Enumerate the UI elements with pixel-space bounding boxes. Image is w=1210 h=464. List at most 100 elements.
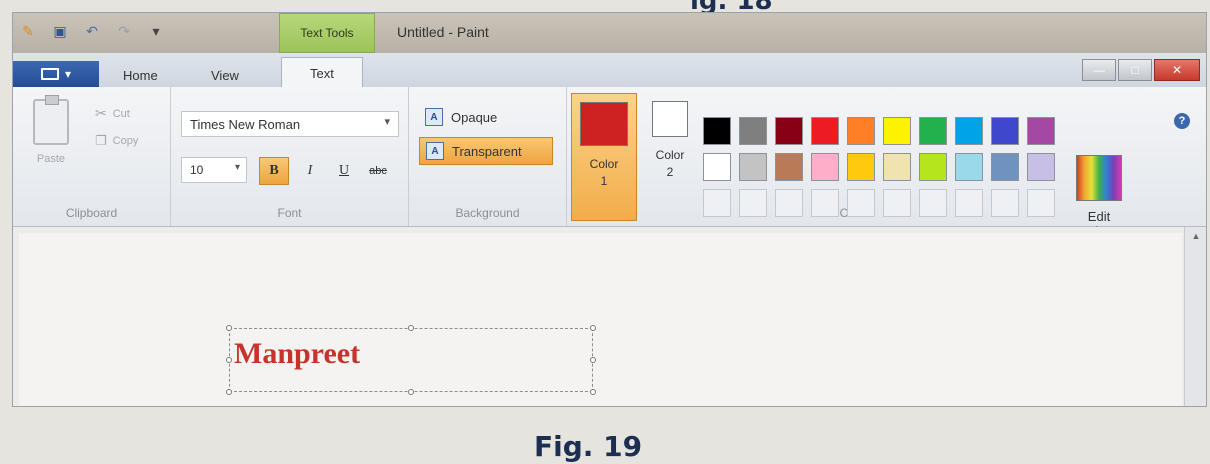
- palette-color-swatch[interactable]: [955, 117, 983, 145]
- file-menu-icon: [40, 68, 59, 80]
- chevron-down-icon: ▾: [234, 162, 240, 173]
- copy-button[interactable]: ❐ Copy: [95, 133, 138, 149]
- resize-handle[interactable]: [590, 325, 596, 331]
- clipboard-group: Paste ✂ Cut ❐ Copy Clipboard: [13, 87, 171, 226]
- color-2-selector[interactable]: Color 2: [637, 93, 703, 221]
- drawing-canvas[interactable]: Manpreet: [19, 233, 1182, 406]
- paste-button[interactable]: Paste: [27, 95, 75, 165]
- tab-home[interactable]: Home: [123, 63, 158, 87]
- opaque-option[interactable]: A Opaque: [419, 103, 553, 131]
- palette-color-swatch[interactable]: [955, 189, 983, 217]
- palette-color-swatch[interactable]: [883, 189, 911, 217]
- help-icon[interactable]: ?: [1174, 113, 1190, 129]
- italic-button[interactable]: I: [295, 157, 325, 185]
- palette-color-swatch[interactable]: [991, 153, 1019, 181]
- font-size-value: 10: [190, 163, 204, 177]
- color-2-swatch: [652, 101, 688, 137]
- palette-color-swatch[interactable]: [991, 117, 1019, 145]
- ribbon: Paste ✂ Cut ❐ Copy Clipboard Font Times …: [13, 87, 1206, 239]
- palette-color-swatch[interactable]: [811, 153, 839, 181]
- save-icon[interactable]: ▣: [51, 22, 69, 40]
- figure-caption: Fig. 19: [534, 430, 643, 463]
- palette-color-swatch[interactable]: [847, 153, 875, 181]
- color-2-number: 2: [666, 165, 674, 179]
- title-bar: ✎ ▣ ↶ ↷ ▾ Text Tools Untitled - Paint: [13, 13, 1206, 53]
- transparent-label: Transparent: [452, 143, 522, 159]
- window-controls: — □ ✕: [1082, 59, 1200, 81]
- resize-handle[interactable]: [226, 389, 232, 395]
- text-box[interactable]: Manpreet: [226, 325, 596, 395]
- palette-color-swatch[interactable]: [1027, 117, 1055, 145]
- bold-button[interactable]: B: [259, 157, 289, 185]
- color-1-number: 1: [600, 174, 608, 188]
- cut-label: Cut: [112, 107, 130, 120]
- palette-color-swatch[interactable]: [883, 117, 911, 145]
- palette-color-swatch[interactable]: [739, 117, 767, 145]
- strikethrough-button[interactable]: abc: [363, 157, 393, 185]
- palette-color-swatch[interactable]: [991, 189, 1019, 217]
- tab-view[interactable]: View: [211, 63, 239, 87]
- file-menu-button[interactable]: ▾: [13, 61, 99, 87]
- clipboard-group-label: Clipboard: [65, 206, 118, 220]
- palette-color-swatch[interactable]: [883, 153, 911, 181]
- palette-color-swatch[interactable]: [847, 189, 875, 217]
- close-button[interactable]: ✕: [1154, 59, 1200, 81]
- scroll-up-icon[interactable]: ▲: [1185, 227, 1206, 245]
- maximize-button[interactable]: □: [1118, 59, 1152, 81]
- resize-handle[interactable]: [408, 325, 414, 331]
- opaque-icon: A: [425, 108, 443, 126]
- transparent-icon: A: [426, 142, 444, 160]
- window-title: Untitled - Paint: [397, 24, 489, 40]
- palette-color-swatch[interactable]: [775, 117, 803, 145]
- underline-button[interactable]: U: [329, 157, 359, 185]
- palette-color-swatch[interactable]: [1027, 189, 1055, 217]
- paint-window: ✎ ▣ ↶ ↷ ▾ Text Tools Untitled - Paint ▾ …: [12, 12, 1207, 407]
- quick-access-toolbar: ✎ ▣ ↶ ↷ ▾: [19, 22, 165, 40]
- file-menu-dropdown-icon: ▾: [64, 67, 72, 81]
- palette-color-swatch[interactable]: [1027, 153, 1055, 181]
- palette-color-swatch[interactable]: [775, 189, 803, 217]
- resize-handle[interactable]: [590, 389, 596, 395]
- palette-color-swatch[interactable]: [703, 153, 731, 181]
- canvas-text[interactable]: Manpreet: [234, 337, 360, 371]
- paste-label: Paste: [36, 153, 66, 165]
- font-group-label: Font: [277, 206, 302, 220]
- palette-color-swatch[interactable]: [739, 153, 767, 181]
- font-size-select[interactable]: 10 ▾: [181, 157, 247, 183]
- resize-handle[interactable]: [408, 389, 414, 395]
- text-tools-context-tab: Text Tools: [279, 13, 375, 53]
- copy-label: Copy: [112, 135, 139, 147]
- transparent-option[interactable]: A Transparent: [419, 137, 553, 165]
- resize-handle[interactable]: [226, 325, 232, 331]
- palette-color-swatch[interactable]: [811, 189, 839, 217]
- resize-handle[interactable]: [226, 357, 232, 363]
- palette-color-swatch[interactable]: [703, 189, 731, 217]
- redo-icon[interactable]: ↷: [115, 22, 133, 40]
- palette-color-swatch[interactable]: [919, 153, 947, 181]
- palette-color-swatch[interactable]: [847, 117, 875, 145]
- resize-handle[interactable]: [590, 357, 596, 363]
- undo-icon[interactable]: ↶: [83, 22, 101, 40]
- vertical-scrollbar[interactable]: ▲: [1184, 227, 1206, 406]
- tab-text[interactable]: Text: [281, 57, 363, 88]
- palette-color-swatch[interactable]: [955, 153, 983, 181]
- palette-color-swatch[interactable]: [811, 117, 839, 145]
- ribbon-tab-row: ▾ Home View Text — □ ✕: [13, 53, 1206, 88]
- copy-icon: ❐: [95, 133, 107, 148]
- color-1-swatch: [580, 102, 628, 146]
- palette-color-swatch[interactable]: [919, 117, 947, 145]
- font-family-value: Times New Roman: [190, 117, 301, 132]
- palette-color-swatch[interactable]: [775, 153, 803, 181]
- palette-color-swatch[interactable]: [703, 117, 731, 145]
- color-1-selector[interactable]: Color 1: [571, 93, 637, 221]
- opaque-label: Opaque: [451, 109, 498, 125]
- cut-button[interactable]: ✂ Cut: [95, 105, 130, 122]
- palette-color-swatch[interactable]: [919, 189, 947, 217]
- font-family-select[interactable]: Times New Roman ▾: [181, 111, 399, 137]
- scissors-icon: ✂: [95, 105, 107, 121]
- customize-dropdown-icon[interactable]: ▾: [147, 22, 165, 40]
- minimize-button[interactable]: —: [1082, 59, 1116, 81]
- palette-color-swatch[interactable]: [739, 189, 767, 217]
- paint-app-icon[interactable]: ✎: [19, 22, 37, 40]
- edit-colors-icon: [1076, 155, 1122, 201]
